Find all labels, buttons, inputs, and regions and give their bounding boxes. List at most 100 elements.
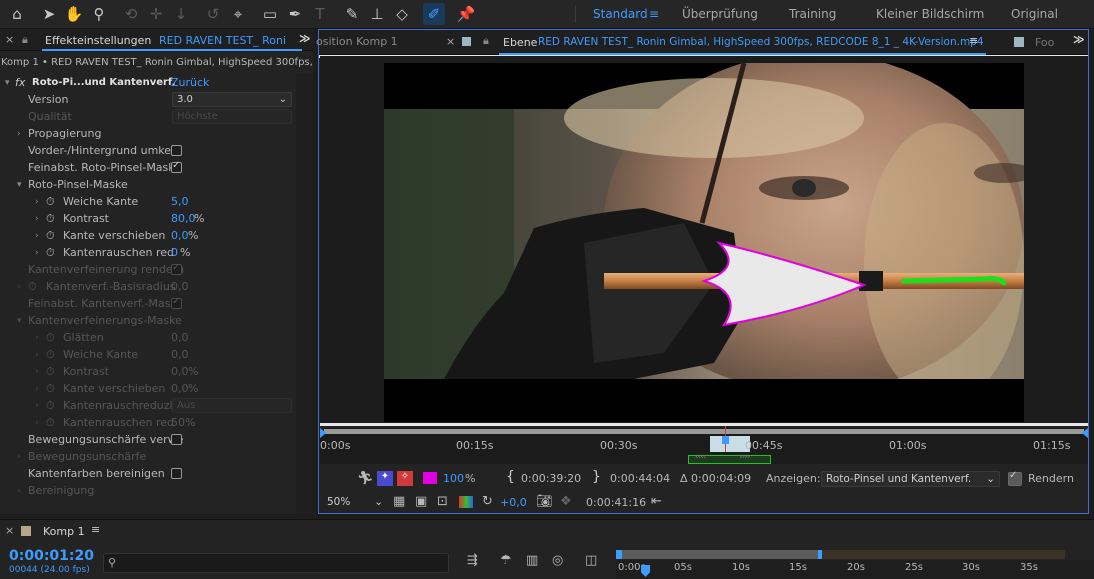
- stopwatch-icon[interactable]: ⏱: [46, 229, 55, 243]
- clone-stamp-icon[interactable]: ⊥: [366, 3, 388, 25]
- close-icon[interactable]: ×: [5, 33, 14, 46]
- foreground-stroke-icon[interactable]: ✦: [377, 471, 393, 486]
- search-input[interactable]: [124, 555, 444, 571]
- in-handle-icon[interactable]: [320, 428, 326, 438]
- panel-overflow-icon[interactable]: ≫: [299, 32, 311, 45]
- playhead-icon[interactable]: [641, 565, 650, 577]
- set-in-point-icon[interactable]: {: [506, 469, 515, 485]
- go-to-time-icon[interactable]: ⇤: [651, 494, 662, 509]
- current-timecode[interactable]: 0:00:41:16: [586, 496, 646, 509]
- version-dropdown[interactable]: 3.0 ⌄: [172, 92, 292, 107]
- region-of-interest-icon[interactable]: ⊡: [437, 494, 448, 509]
- current-time-display[interactable]: 0:00:01:20: [9, 548, 94, 564]
- stopwatch-icon[interactable]: ⏱: [46, 195, 55, 209]
- snapshot-icon[interactable]: 📷︎: [536, 494, 553, 509]
- panel-overflow-icon[interactable]: ≫: [1073, 33, 1085, 46]
- opacity-value[interactable]: 100: [443, 472, 464, 485]
- workspace-review[interactable]: Überprüfung: [682, 7, 758, 21]
- puppet-pin-tool-icon[interactable]: 📌: [455, 3, 477, 25]
- motion-blur-checkbox[interactable]: [171, 434, 182, 445]
- tab-layer-name[interactable]: RED RAVEN TEST_ Ronin Gimbal, HighSpeed …: [538, 36, 984, 48]
- stopwatch-icon[interactable]: ⏱: [46, 212, 55, 226]
- mask-color-swatch[interactable]: [423, 472, 437, 484]
- video-frame[interactable]: [384, 63, 1024, 422]
- collapse-arrow-icon[interactable]: ▾: [17, 180, 22, 190]
- expand-arrow-icon[interactable]: ›: [35, 214, 39, 224]
- figure-icon[interactable]: 🏃︎: [357, 471, 374, 486]
- expand-arrow-icon[interactable]: ›: [17, 129, 21, 139]
- graph-editor-icon[interactable]: ◫: [585, 553, 597, 568]
- expand-arrow-icon[interactable]: ›: [35, 231, 39, 241]
- workspace-training[interactable]: Training: [789, 7, 836, 21]
- channels-icon[interactable]: [459, 496, 473, 508]
- timeline-ruler[interactable]: 0:00s 05s 10s 15s 20s 25s 30s 35s: [616, 560, 1094, 579]
- tab-menu-icon[interactable]: ≡: [91, 523, 100, 536]
- shift-edge-value[interactable]: 0,0: [171, 229, 189, 242]
- out-handle-icon[interactable]: [1082, 428, 1088, 438]
- comp-tab-label[interactable]: Komp 1: [43, 525, 85, 538]
- tab-footage[interactable]: Foo: [1035, 36, 1054, 49]
- transparency-grid-icon[interactable]: ▦: [393, 494, 405, 509]
- lock-icon[interactable]: 🔒︎: [22, 33, 28, 47]
- rotate-tool-icon[interactable]: ↺: [202, 3, 224, 25]
- reset-link[interactable]: Zurück: [171, 76, 209, 89]
- effects-tab-title[interactable]: Effekteinstellungen: [45, 34, 151, 47]
- zoom-handle-left[interactable]: [616, 550, 622, 559]
- fg-bg-checkbox[interactable]: [171, 145, 182, 156]
- expand-arrow-icon[interactable]: ›: [35, 197, 39, 207]
- work-area-bar[interactable]: [324, 429, 1084, 434]
- workspace-menu-icon[interactable]: ≡: [649, 7, 659, 21]
- effects-scrollbar[interactable]: [296, 74, 313, 514]
- anchor-tool-icon[interactable]: ⌖: [227, 3, 249, 25]
- pan-tool-icon[interactable]: ✛: [145, 3, 167, 25]
- out-point-value[interactable]: 0:00:44:04: [610, 472, 670, 485]
- frame-blending-icon[interactable]: ▥: [526, 553, 538, 568]
- exposure-value[interactable]: +0,0: [500, 496, 527, 509]
- zoom-tool-icon[interactable]: ⚲: [88, 3, 110, 25]
- stopwatch-icon[interactable]: ⏱: [46, 246, 55, 260]
- effects-tab-layer[interactable]: RED RAVEN TEST_ Roni: [159, 34, 286, 47]
- timeline-zoom-bar[interactable]: [618, 550, 822, 559]
- brush-tool-icon[interactable]: ✎: [341, 3, 363, 25]
- soft-edge-value[interactable]: 5,0: [171, 195, 189, 208]
- dolly-tool-icon[interactable]: ↓: [170, 3, 192, 25]
- set-out-point-icon[interactable]: }: [592, 469, 601, 485]
- hand-tool-icon[interactable]: ✋: [63, 3, 85, 25]
- pen-tool-icon[interactable]: ✒: [284, 3, 306, 25]
- show-dropdown[interactable]: Roto-Pinsel und Kantenverf. ⌄: [821, 471, 1000, 487]
- contrast-value[interactable]: 80,0: [171, 212, 196, 225]
- background-stroke-icon[interactable]: ✧: [397, 471, 413, 486]
- search-field[interactable]: ⚲: [103, 553, 449, 573]
- playhead-icon[interactable]: [722, 436, 729, 444]
- span-range[interactable]: [710, 436, 750, 452]
- eraser-tool-icon[interactable]: ◇: [391, 3, 413, 25]
- tab-composition[interactable]: osition Komp 1: [316, 35, 398, 48]
- fx-icon[interactable]: fx: [15, 76, 25, 89]
- render-checkbox[interactable]: [1008, 470, 1022, 486]
- timeline-zoom-track[interactable]: [822, 550, 1065, 559]
- fine-roto-checkbox[interactable]: [171, 160, 182, 173]
- roto-brush-tool-icon[interactable]: ✐: [423, 3, 445, 25]
- lock-icon[interactable]: 🔒︎: [483, 34, 489, 48]
- close-icon[interactable]: ×: [446, 35, 455, 48]
- layer-time-ruler[interactable]: 0:00s 00:15s 00:30s 00:45s 01:00s 01:15s…: [320, 426, 1088, 464]
- orbit-tool-icon[interactable]: ⟲: [120, 3, 142, 25]
- reset-exposure-icon[interactable]: ↻: [482, 494, 493, 509]
- chatter-value[interactable]: 0: [171, 246, 178, 259]
- text-tool-icon[interactable]: T: [309, 3, 331, 25]
- decontam-checkbox[interactable]: [171, 468, 182, 479]
- in-point-value[interactable]: 0:00:39:20: [521, 472, 581, 485]
- collapse-arrow-icon[interactable]: ▾: [5, 78, 10, 88]
- tab-layer-prefix[interactable]: Ebene: [503, 36, 537, 49]
- comp-flowchart-icon[interactable]: ⇶: [467, 553, 478, 568]
- propagation-row[interactable]: › Propagierung: [0, 125, 296, 142]
- motion-blur-icon[interactable]: ◎: [552, 553, 563, 568]
- rectangle-tool-icon[interactable]: ▭: [259, 3, 281, 25]
- home-icon[interactable]: ⌂: [6, 3, 28, 25]
- shy-layers-icon[interactable]: ☂: [500, 553, 512, 568]
- viewer-canvas[interactable]: [320, 56, 1088, 423]
- workspace-small-screen[interactable]: Kleiner Bildschirm: [876, 7, 984, 21]
- roto-mask-row[interactable]: ▾ Roto-Pinsel-Maske: [0, 176, 296, 193]
- selection-tool-icon[interactable]: ➤: [38, 3, 60, 25]
- workspace-standard[interactable]: Standard: [593, 7, 648, 21]
